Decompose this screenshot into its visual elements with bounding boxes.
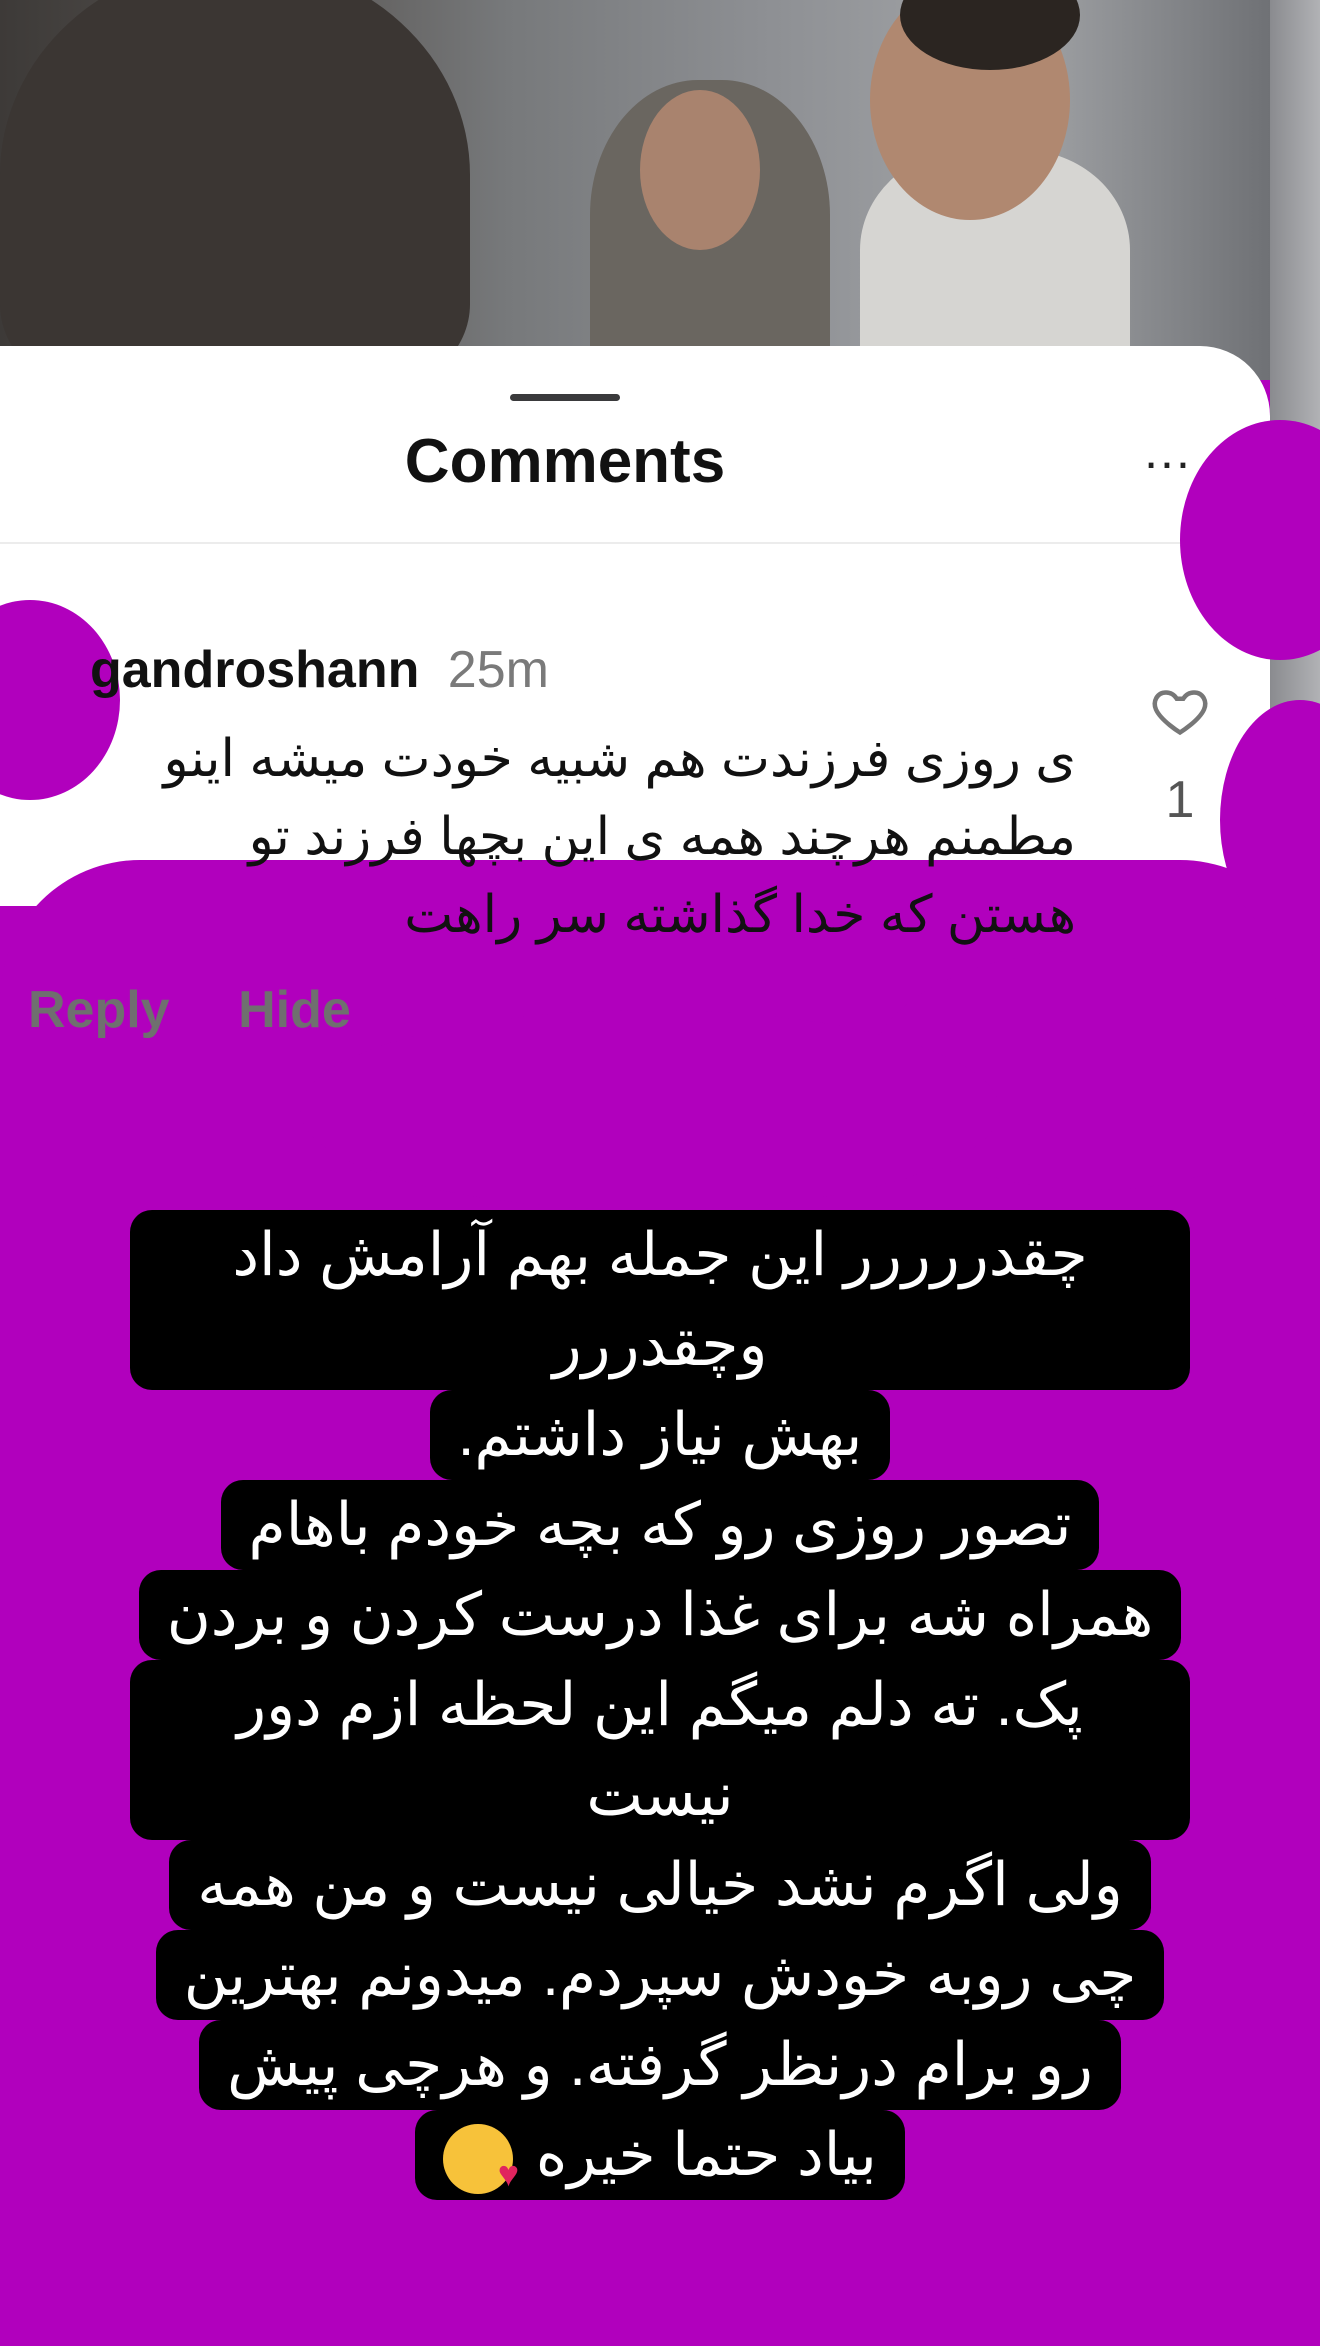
comment-line: هستن که خدا گذاشته سر راهت [404,886,1076,944]
like-count: 1 [1165,771,1195,829]
caption-line: رو برام درنظر گرفته. و هرچی پیش [199,2020,1121,2110]
more-options-icon[interactable]: ... [1140,426,1196,476]
drag-handle[interactable] [510,394,620,401]
caption-line: پک. ته دلم میگم این لحظه ازم دور نیست [130,1660,1190,1840]
caption-line: بهش نیاز داشتم. [429,1390,891,1480]
comment-actions: Reply Hide [28,980,405,1040]
heart-icon[interactable] [1150,680,1210,740]
comment-username[interactable]: gandroshann [90,641,419,699]
sticker-overlay-blob [300,1010,1000,1210]
comment-line: مطمنم هرچند همه ی این بچها فرزند تو [248,808,1076,866]
story-caption: چقدررررر این جمله بهم آرامش داد وچقدررر … [130,1210,1190,2200]
caption-line: همراه شه برای غذا درست کردن و بردن [138,1570,1182,1660]
post-photo [0,0,1270,380]
caption-line: ولی اگرم نشد خیالی نیست و من همه [169,1840,1151,1930]
caption-last-line: بیاد حتما خیره [415,2110,905,2200]
caption-line: تصور روزی رو که بچه خودم باهام [220,1480,1100,1570]
comment-text: ی روزی فرزندت هم شبیه خودت میشه اینو مطم… [26,720,1076,954]
comment-line: ی روزی فرزندت هم شبیه خودت میشه اینو [163,730,1076,788]
sheet-title: Comments [404,427,726,496]
kiss-emoji-icon [443,2124,519,2195]
child-head [640,90,760,250]
comment-time: 25m [447,641,549,699]
caption-line: چقدررررر این جمله بهم آرامش داد وچقدررر [130,1210,1190,1390]
comment-header: gandroshann 25m [90,640,549,700]
person-silhouette [0,0,470,380]
caption-line: بیاد حتما خیره [535,2121,877,2188]
caption-line: چی روبه خودش سپردم. میدونم بهترین [155,1930,1165,2020]
header-divider [0,542,1270,544]
hide-button[interactable]: Hide [238,981,351,1039]
reply-button[interactable]: Reply [28,981,170,1039]
